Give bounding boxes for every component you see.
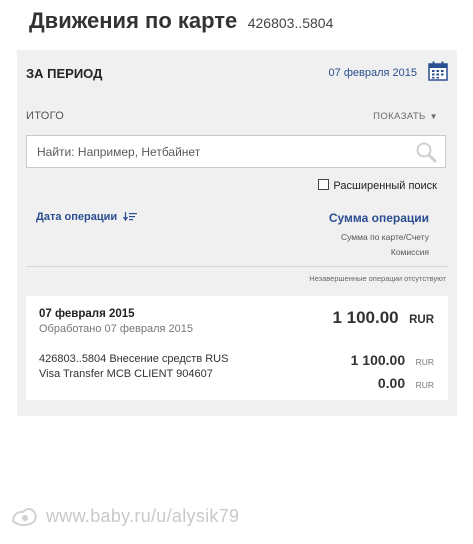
advanced-search-checkbox[interactable] [318,179,330,190]
period-row: ЗА ПЕРИОД 07 февраля 2015 [17,50,457,96]
operation-processed-date: Обработано 07 февраля 2015 [39,323,193,335]
pending-operations-notice: Незавершенные операции отсутствуют [309,274,446,283]
divider [26,266,448,267]
operation-card-amount: 1 100.00 RUR [351,352,434,370]
operation-date: 07 февраля 2015 [39,308,135,320]
commission-value: 0.00 [377,375,406,391]
amount-column-label[interactable]: Сумма операции [329,211,429,225]
search-box [26,135,446,168]
advanced-search-toggle[interactable]: Расширенный поиск [318,179,437,192]
calendar-icon[interactable] [428,61,448,81]
show-dropdown-button[interactable]: ПОКАЗАТЬ ▼ [373,111,438,122]
search-icon[interactable] [415,141,437,163]
card-number: 426803..5804 [247,15,334,31]
commission-currency: RUR [415,380,434,390]
operation-total: 1 100.00 RUR [332,308,434,328]
operation-item[interactable]: 07 февраля 2015 Обработано 07 февраля 20… [26,296,448,400]
total-label: ИТОГО [26,110,65,122]
operation-description-line1: 426803..5804 Внесение средств RUS [39,353,229,365]
card-amount-value: 1 100.00 [350,352,406,368]
watermark: www.baby.ru/u/alysik79 [10,506,239,533]
operation-total-amount: 1 100.00 [332,308,399,327]
page-title: Движения по карте 426803..5804 [29,8,333,34]
period-date-link[interactable]: 07 февраля 2015 [329,67,417,79]
operation-description-line2: Visa Transfer MCB CLIENT 904607 [39,368,213,380]
sort-desc-icon [123,212,138,224]
amount-sub-card: Сумма по карте/Счету [341,232,429,242]
caret-down-icon: ▼ [429,112,438,121]
operation-total-currency: RUR [409,314,434,326]
baby-ru-logo-icon [10,506,38,533]
period-label: ЗА ПЕРИОД [26,66,103,81]
amount-sub-commission: Комиссия [390,247,429,257]
show-dropdown-label: ПОКАЗАТЬ [373,111,426,122]
advanced-search-label: Расширенный поиск [333,180,437,192]
sort-by-date-header[interactable]: Дата операции [36,211,138,224]
date-column-label: Дата операции [36,211,118,223]
amount-column-header: Сумма операции Сумма по карте/Счету Коми… [329,211,429,260]
card-amount-currency: RUR [415,357,434,367]
watermark-text: www.baby.ru/u/alysik79 [46,506,240,526]
page-title-text: Движения по карте [29,8,238,33]
amount-column-subtitles: Сумма по карте/Счету Комиссия [329,230,429,260]
summary-row: ИТОГО ПОКАЗАТЬ ▼ [17,96,457,132]
search-input[interactable] [27,136,407,167]
operation-commission: 0.00 RUR [378,375,434,393]
card-movements-panel: ЗА ПЕРИОД 07 февраля 2015 ИТОГО ПОКАЗАТЬ… [17,50,457,416]
